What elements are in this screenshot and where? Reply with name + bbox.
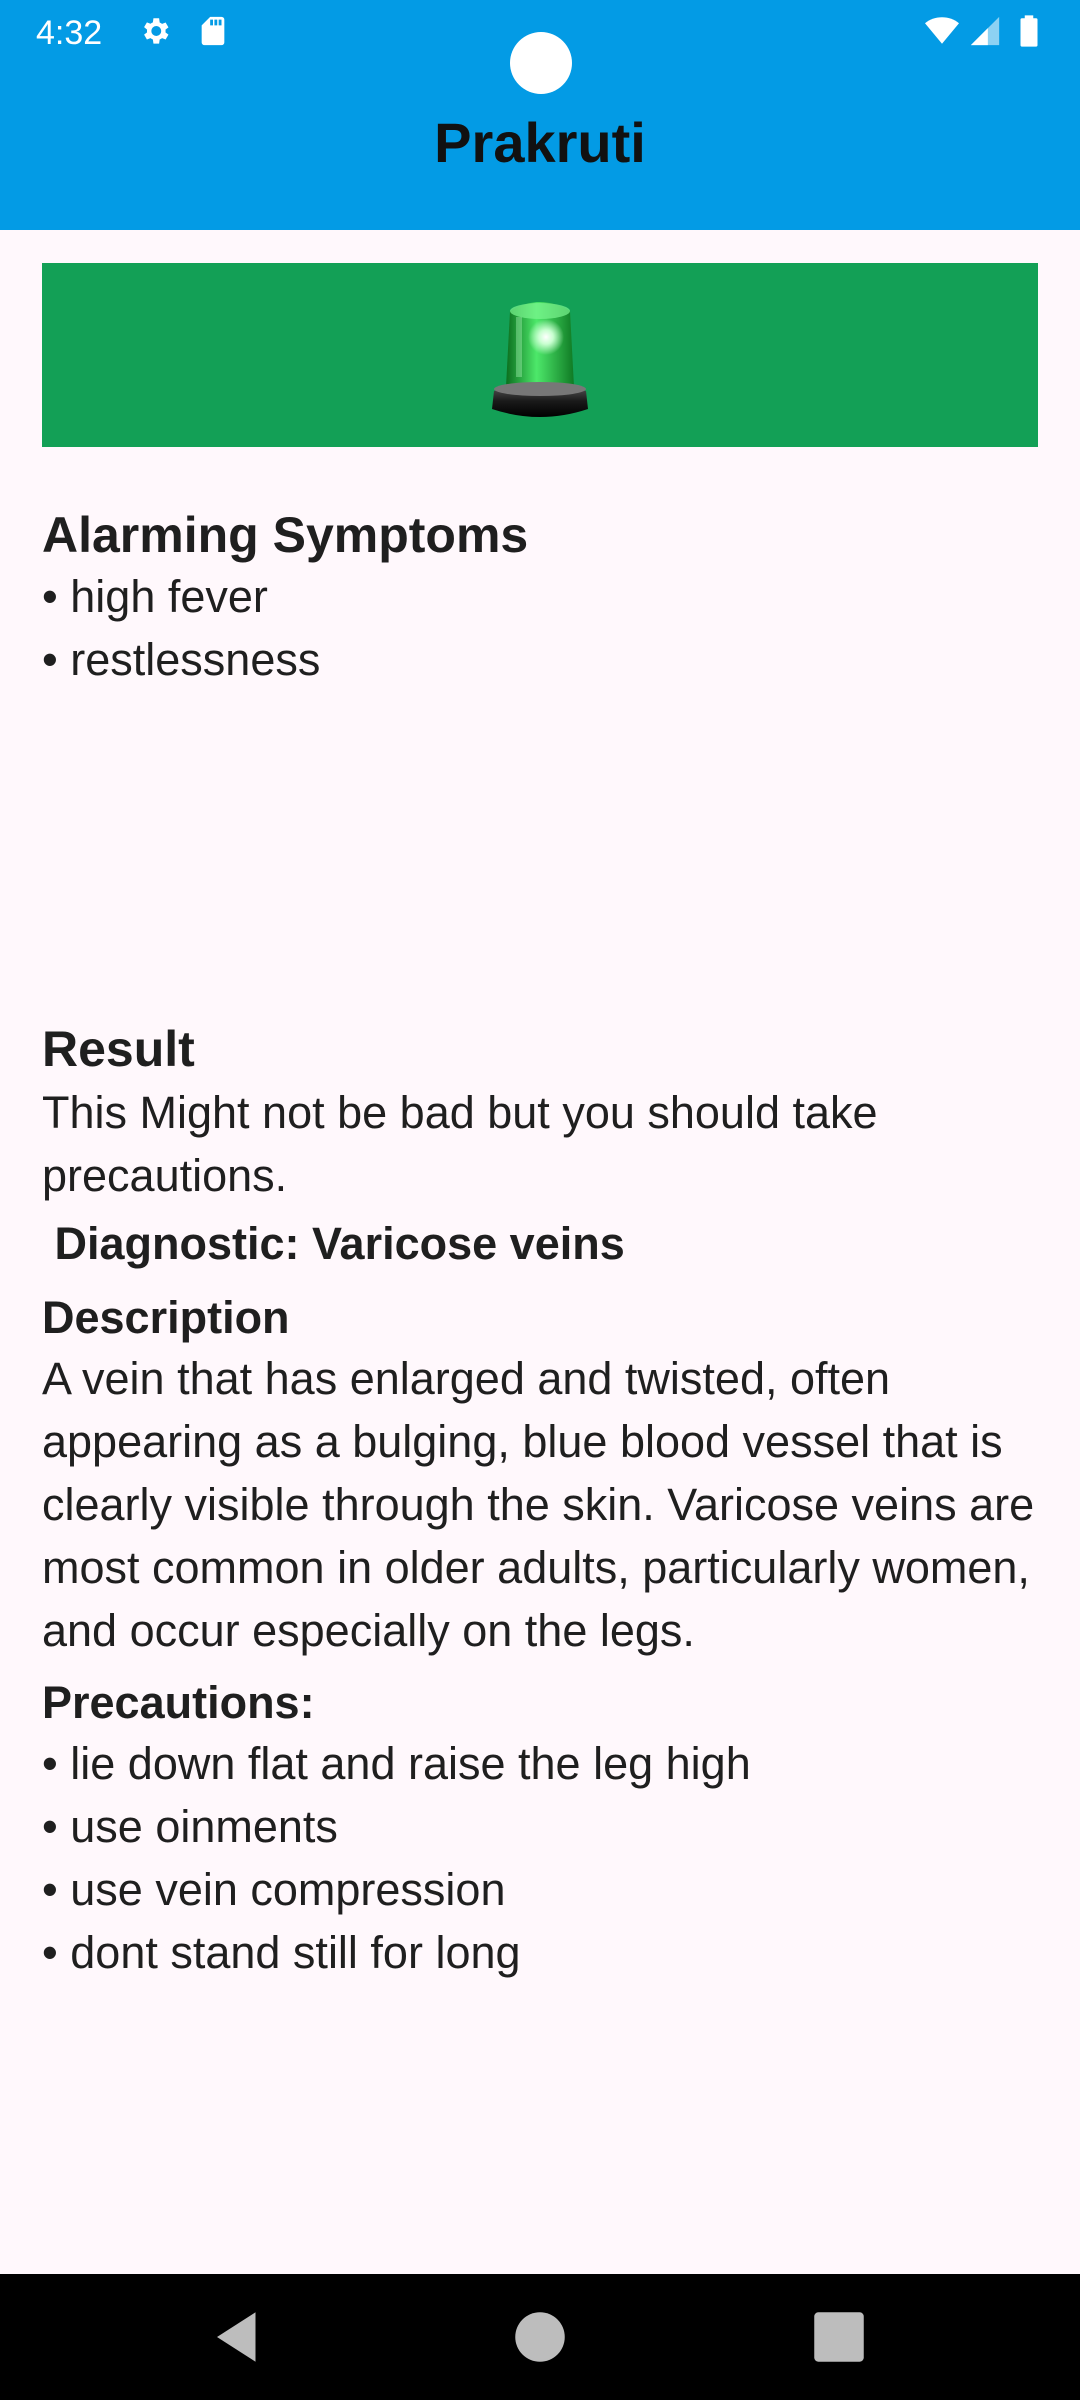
app-bar: 4:32 Prakruti bbox=[0, 0, 1080, 230]
home-icon[interactable] bbox=[507, 2304, 573, 2370]
camera-cutout bbox=[510, 32, 572, 94]
navigation-bar bbox=[0, 2274, 1080, 2400]
precaution-item: use vein compression bbox=[42, 1858, 1042, 1921]
wifi-icon bbox=[925, 17, 959, 44]
app-title: Prakruti bbox=[434, 111, 646, 174]
result-section: Result This Might not be bad but you sho… bbox=[42, 1019, 1042, 1984]
status-time: 4:32 bbox=[36, 14, 103, 52]
precaution-item: lie down flat and raise the leg high bbox=[42, 1732, 1042, 1795]
result-heading: Result bbox=[42, 1021, 195, 1077]
siren-icon bbox=[492, 302, 588, 417]
signal-icon bbox=[970, 16, 1000, 46]
description-heading: Description bbox=[42, 1292, 290, 1343]
back-icon[interactable] bbox=[206, 2304, 272, 2370]
alarm-banner bbox=[42, 263, 1038, 447]
symptom-item: high fever bbox=[42, 565, 1042, 628]
precaution-item: use oinments bbox=[42, 1795, 1042, 1858]
alarming-section: Alarming Symptoms high fever restlessnes… bbox=[42, 505, 1042, 691]
result-text: This Might not be bad but you should tak… bbox=[42, 1087, 878, 1201]
alarming-heading: Alarming Symptoms bbox=[42, 507, 529, 563]
recents-icon[interactable] bbox=[806, 2304, 872, 2370]
description-text: A vein that has enlarged and twisted, of… bbox=[42, 1353, 1035, 1656]
precautions-heading: Precautions: bbox=[42, 1677, 315, 1728]
precaution-item: dont stand still for long bbox=[42, 1921, 1042, 1984]
gear-icon bbox=[144, 18, 169, 44]
battery-icon bbox=[1020, 15, 1038, 47]
diagnostic-label: Diagnostic: Varicose veins bbox=[42, 1218, 625, 1269]
sd-card-icon bbox=[201, 16, 225, 46]
symptom-item: restlessness bbox=[42, 628, 1042, 691]
